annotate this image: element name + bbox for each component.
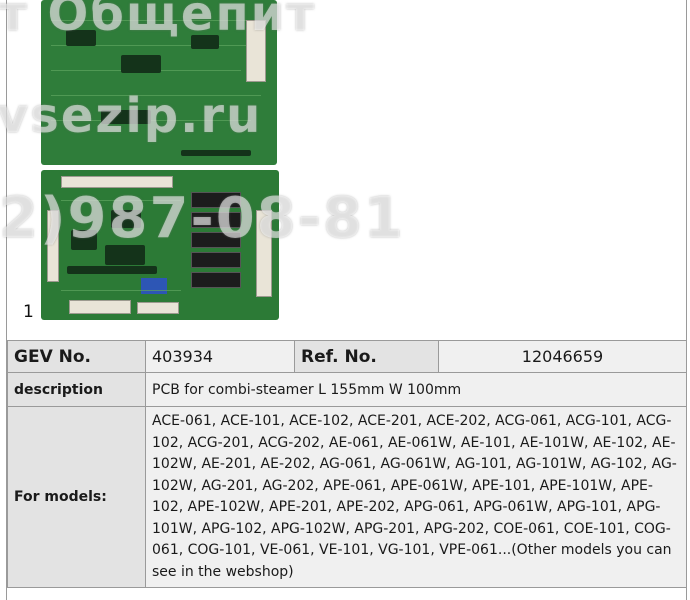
gev-value: 403934 <box>145 340 295 373</box>
spec-row-models: For models: ACE-061, ACE-101, ACE-102, A… <box>7 406 687 588</box>
watermark-line-2: vsezip.ru <box>0 88 263 144</box>
ref-value: 12046659 <box>438 340 687 373</box>
image-number: 1 <box>23 302 34 322</box>
product-image[interactable]: т Общепит vsezip.ru 2)987-08-81 1 <box>0 0 686 340</box>
ref-label: Ref. No. <box>294 340 439 373</box>
spec-row-description: description PCB for combi-steamer L 155m… <box>7 372 687 407</box>
spec-row-ids: GEV No. 403934 Ref. No. 12046659 <box>7 340 687 373</box>
models-value: ACE-061, ACE-101, ACE-102, ACE-201, ACE-… <box>145 406 687 588</box>
product-card: т Общепит vsezip.ru 2)987-08-81 1 GEV No… <box>0 0 687 600</box>
models-label: For models: <box>7 406 146 588</box>
watermark-line-3: 2)987-08-81 <box>0 186 405 251</box>
description-label: description <box>7 372 146 407</box>
description-value: PCB for combi-steamer L 155mm W 100mm <box>145 372 687 407</box>
spec-table: GEV No. 403934 Ref. No. 12046659 descrip… <box>7 340 687 588</box>
watermark-line-1: т Общепит <box>0 0 317 42</box>
gev-label: GEV No. <box>7 340 146 373</box>
